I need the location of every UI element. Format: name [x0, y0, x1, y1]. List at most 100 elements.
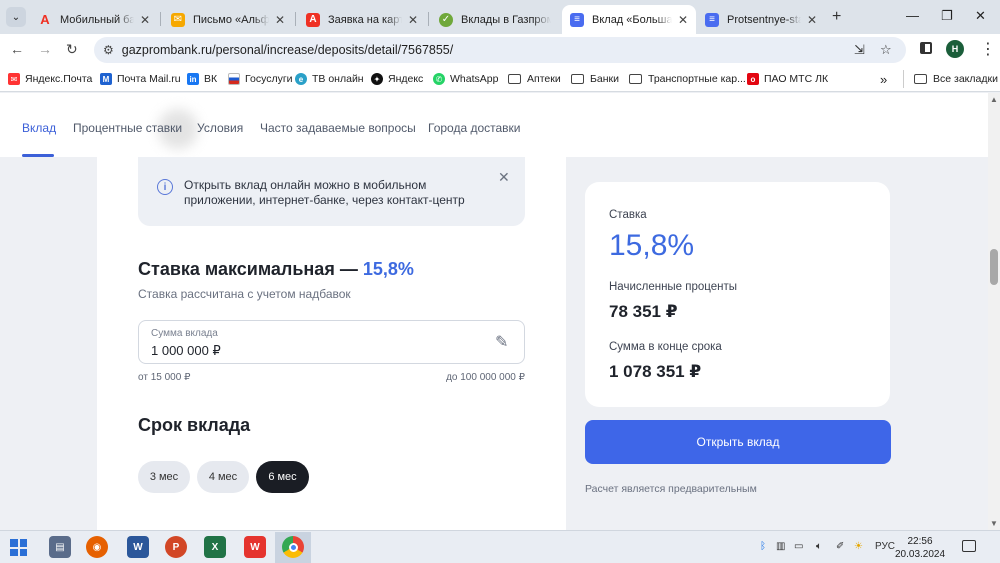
bookmark-label: ТВ онлайн	[312, 73, 364, 85]
bookmark-gosuslugi[interactable]: Госуслуги	[228, 70, 293, 88]
chrome-icon[interactable]	[282, 536, 304, 558]
install-app-icon[interactable]: ⇲	[854, 42, 865, 58]
bookmark-vk[interactable]: in ВК	[187, 70, 217, 88]
tab-alfa-letter[interactable]: ✉ Письмо «Альфа» ✕	[163, 5, 293, 34]
tab-title: Заявка на карту	[328, 13, 402, 26]
address-bar[interactable]: ⚙ gazprombank.ru/personal/increase/depos…	[94, 37, 906, 63]
menu-kebab-icon[interactable]: ⋮	[980, 39, 996, 59]
avatar[interactable]: Н	[946, 40, 964, 58]
folder-icon	[629, 74, 642, 84]
powerpoint-icon[interactable]: P	[165, 536, 187, 558]
info-banner: i Открыть вклад онлайн можно в мобильном…	[138, 157, 525, 226]
url-text[interactable]: gazprombank.ru/personal/increase/deposit…	[122, 43, 453, 57]
word-icon[interactable]: W	[127, 536, 149, 558]
notification-icon[interactable]	[962, 540, 976, 552]
summary-total-label: Сумма в конце срока	[609, 341, 722, 353]
tab-gazprom-deposits[interactable]: ✓ Вклады в Газпром	[431, 5, 559, 34]
new-tab-plus-icon[interactable]: +	[832, 8, 841, 26]
display-icon[interactable]: ▭	[794, 541, 803, 552]
browser-tab-strip: ⌄ А Мобильный банк ✕ ✉ Письмо «Альфа» ✕ …	[0, 0, 1000, 34]
windows-start-icon[interactable]	[10, 539, 27, 556]
term-option-6-selected[interactable]: 6 мес	[256, 461, 309, 493]
firefox-icon[interactable]: ◉	[86, 536, 108, 558]
max-rate-value: 15,8%	[362, 259, 414, 279]
browser-toolbar: ← → ↻ ⚙ gazprombank.ru/personal/increase…	[0, 34, 1000, 66]
whatsapp-icon: ✆	[433, 73, 445, 85]
side-panel-icon[interactable]	[920, 42, 932, 54]
info-icon: i	[157, 179, 173, 195]
amount-value[interactable]: 1 000 000 ₽	[151, 343, 221, 359]
term-option-4[interactable]: 4 мес	[197, 461, 249, 493]
system-clock[interactable]: 22:56 20.03.2024	[895, 535, 945, 561]
bookmark-folder-transport[interactable]: Транспортные кар...	[629, 70, 746, 88]
deposit-amount-field[interactable]: Сумма вклада 1 000 000 ₽ ✎	[138, 320, 525, 364]
restore-icon[interactable]: ❐	[941, 8, 953, 24]
pen-icon[interactable]: ✐	[836, 541, 844, 552]
window-close-icon[interactable]: ✕	[975, 8, 986, 24]
close-icon[interactable]: ✕	[275, 13, 285, 27]
tab-card-application[interactable]: А Заявка на карту ✕	[298, 5, 426, 34]
all-bookmarks[interactable]: Все закладки	[903, 70, 998, 88]
bookmark-star-icon[interactable]: ☆	[880, 42, 892, 58]
page-scrollbar[interactable]: ▲ ▼	[988, 93, 1000, 530]
bookmark-whatsapp[interactable]: ✆ WhatsApp	[433, 70, 498, 88]
vk-icon: in	[187, 73, 199, 85]
gazprombank-icon: ≡	[705, 12, 719, 27]
summary-total-value: 1 078 351 ₽	[609, 362, 702, 381]
tab-delivery-cities[interactable]: Города доставки	[428, 121, 521, 135]
wps-office-icon[interactable]: W	[244, 536, 266, 558]
file-explorer-icon[interactable]: ▤	[49, 536, 71, 558]
language-indicator[interactable]: РУС	[875, 541, 895, 552]
bookmark-folder-banks[interactable]: Банки	[571, 70, 619, 88]
tab-title: Письмо «Альфа»	[193, 13, 269, 26]
bookmark-yandex[interactable]: ✦ Яндекс	[371, 70, 423, 88]
bluetooth-icon[interactable]: ᛒ	[760, 541, 766, 552]
bookmark-folder-pharmacies[interactable]: Аптеки	[508, 70, 561, 88]
close-icon[interactable]: ✕	[498, 169, 510, 186]
tab-mobile-bank[interactable]: А Мобильный банк ✕	[30, 5, 158, 34]
preliminary-note: Расчет является предварительным	[585, 483, 757, 495]
tab-faq[interactable]: Часто задаваемые вопросы	[260, 121, 416, 135]
tab-interest-rates[interactable]: ≡ Protsentnye-stavki ✕	[697, 5, 825, 34]
close-icon[interactable]: ✕	[678, 13, 688, 27]
bookmarks-bar: ✉ Яндекс.Почта M Почта Mail.ru in ВК Гос…	[0, 66, 1000, 92]
mts-icon: o	[747, 73, 759, 85]
more-bookmarks-chevron-icon[interactable]: »	[880, 70, 887, 88]
tab-deposit[interactable]: Вклад	[22, 121, 56, 135]
scrollbar-thumb[interactable]	[990, 249, 998, 285]
summary-interest-label: Начисленные проценты	[609, 281, 738, 293]
term-option-3[interactable]: 3 мес	[138, 461, 190, 493]
amount-max-label: до 100 000 000 ₽	[446, 372, 525, 383]
tab-big-deposit[interactable]: ≡ Вклад «Большая с ✕	[562, 5, 696, 34]
back-arrow-icon[interactable]: ←	[10, 41, 24, 57]
speaker-icon[interactable]: 🔈︎	[816, 541, 822, 552]
bookmark-label: WhatsApp	[450, 73, 499, 85]
bookmark-mailru[interactable]: M Почта Mail.ru	[100, 70, 181, 88]
pencil-edit-icon[interactable]: ✎	[495, 332, 508, 352]
open-deposit-button[interactable]: Открыть вклад	[585, 420, 891, 464]
minimize-icon[interactable]: —	[906, 8, 919, 23]
reload-icon[interactable]: ↻	[66, 41, 78, 58]
bookmark-mts[interactable]: o ПАО МТС ЛК	[747, 70, 828, 88]
excel-icon[interactable]: X	[204, 536, 226, 558]
tab-conditions[interactable]: Условия	[197, 121, 243, 135]
scroll-up-arrow-icon[interactable]: ▲	[990, 95, 998, 104]
bookmark-yandex-mail[interactable]: ✉ Яндекс.Почта	[8, 70, 92, 88]
scroll-down-arrow-icon[interactable]: ▼	[990, 519, 998, 528]
active-tab-underline	[22, 154, 54, 157]
tab-title: Protsentnye-stavki	[727, 13, 801, 26]
tab-search-dropdown-icon[interactable]: ⌄	[6, 7, 26, 27]
close-icon[interactable]: ✕	[408, 13, 418, 27]
summary-rate-label: Ставка	[609, 209, 647, 221]
tab-interest-rates[interactable]: Процентные ставки	[73, 121, 182, 135]
close-icon[interactable]: ✕	[807, 13, 817, 27]
summary-card: Ставка 15,8% Начисленные проценты 78 351…	[585, 182, 890, 407]
bookmark-tv-online[interactable]: e ТВ онлайн	[295, 70, 364, 88]
gosuslugi-icon	[228, 73, 240, 85]
weather-icon[interactable]: ☀	[854, 541, 863, 552]
amount-label: Сумма вклада	[151, 328, 218, 339]
network-icon[interactable]: ▥	[776, 541, 785, 552]
close-icon[interactable]: ✕	[140, 13, 150, 27]
forward-arrow-icon[interactable]: →	[38, 41, 52, 57]
site-settings-icon[interactable]: ⚙	[103, 43, 114, 57]
